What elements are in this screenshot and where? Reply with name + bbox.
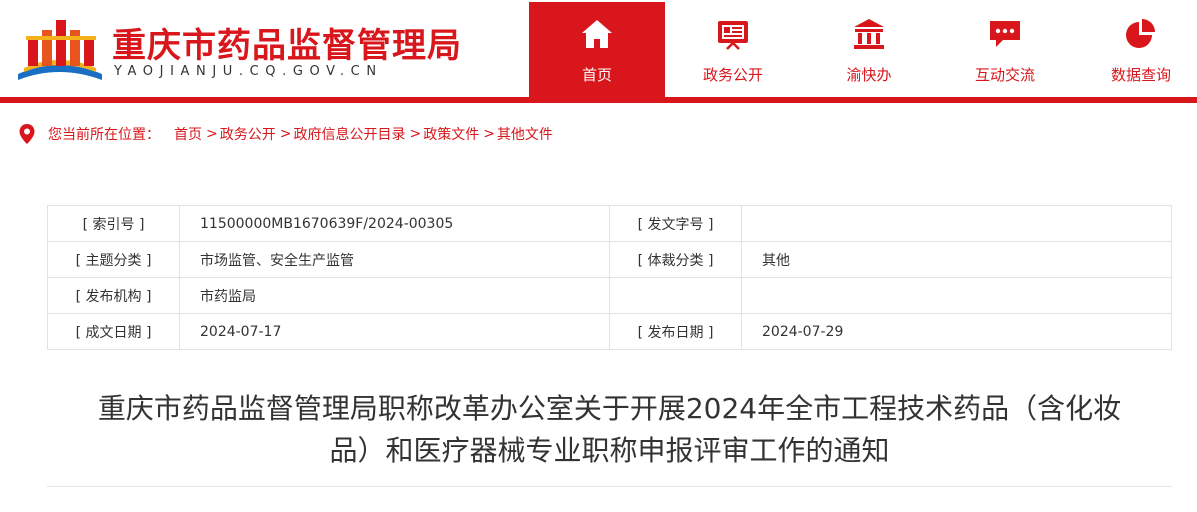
table-row: [ 主题分类 ] 市场监管、安全生产监管 [ 体裁分类 ] 其他 <box>47 241 1172 278</box>
nav-label-public-affairs: 政务公开 <box>702 66 763 84</box>
government-building-icon <box>854 19 884 49</box>
document-number-value <box>741 205 1172 242</box>
issuing-agency-value: 市药监局 <box>179 277 610 314</box>
index-number-value: 11500000MB1670639F/2024-00305 <box>179 205 610 242</box>
empty-cell <box>741 277 1172 314</box>
table-row: [ 成文日期 ] 2024-07-17 [ 发布日期 ] 2024-07-29 <box>47 313 1172 350</box>
nav-item-interaction[interactable]: 互动交流 <box>937 2 1073 97</box>
nav-label-yukuaiban: 渝快办 <box>846 66 892 84</box>
nav-label-interaction: 互动交流 <box>974 66 1035 84</box>
site-header: 重庆市药品监督管理局 YAOJIANJU.CQ.GOV.CN 首页 政务公开 渝… <box>0 0 1197 97</box>
title-divider <box>47 486 1172 487</box>
topic-category-value: 市场监管、安全生产监管 <box>179 241 610 278</box>
publish-date-label: [ 发布日期 ] <box>609 313 742 350</box>
nav-item-yukuaiban[interactable]: 渝快办 <box>801 2 937 97</box>
empty-cell <box>609 277 742 314</box>
nav-label-data-query: 数据查询 <box>1110 66 1171 84</box>
nav-item-data-query[interactable]: 数据查询 <box>1073 2 1197 97</box>
table-row: [ 索引号 ] 11500000MB1670639F/2024-00305 [ … <box>47 205 1172 242</box>
site-title: 重庆市药品监督管理局 <box>112 26 462 66</box>
location-pin-icon <box>19 124 35 144</box>
breadcrumb-separator: > <box>206 126 218 142</box>
genre-category-label: [ 体裁分类 ] <box>609 241 742 278</box>
nav-item-home[interactable]: 首页 <box>529 2 665 97</box>
breadcrumb-separator: > <box>279 126 292 142</box>
index-number-label: [ 索引号 ] <box>47 205 180 242</box>
document-number-label: [ 发文字号 ] <box>609 205 742 242</box>
main-nav: 首页 政务公开 渝快办 互动交流 数据查询 <box>529 2 1197 97</box>
breadcrumb-link-public-affairs[interactable]: 政务公开 <box>220 124 276 144</box>
site-logo[interactable]: 重庆市药品监督管理局 YAOJIANJU.CQ.GOV.CN <box>14 10 474 90</box>
chat-bubble-icon <box>990 21 1020 47</box>
home-icon <box>582 20 612 48</box>
emblem-icon <box>18 20 102 80</box>
nav-item-public-affairs[interactable]: 政务公开 <box>665 2 801 97</box>
breadcrumb-separator: > <box>409 126 422 142</box>
document-title-line: 品）和医疗器械专业职称申报评审工作的通知 <box>329 434 890 467</box>
breadcrumb: 您当前所在位置： 首页 > 政务公开 > 政府信息公开目录 > 政策文件 > 其… <box>18 122 553 146</box>
pie-chart-icon <box>1126 19 1155 48</box>
topic-category-label: [ 主题分类 ] <box>47 241 180 278</box>
creation-date-value: 2024-07-17 <box>179 313 610 350</box>
breadcrumb-link-home[interactable]: 首页 <box>174 124 202 144</box>
site-domain: YAOJIANJU.CQ.GOV.CN <box>114 64 383 79</box>
document-title-line: 重庆市药品监督管理局职称改革办公室关于开展2024年全市工程技术药品（含化妆 <box>97 392 1122 425</box>
table-row: [ 发布机构 ] 市药监局 <box>47 277 1172 314</box>
issuing-agency-label: [ 发布机构 ] <box>47 277 180 314</box>
breadcrumb-link-policy-docs[interactable]: 政策文件 <box>423 124 479 144</box>
document-title: 重庆市药品监督管理局职称改革办公室关于开展2024年全市工程技术药品（含化妆 品… <box>47 388 1172 472</box>
publish-date-value: 2024-07-29 <box>741 313 1172 350</box>
genre-category-value: 其他 <box>741 241 1172 278</box>
breadcrumb-separator: > <box>483 126 495 142</box>
breadcrumb-link-info-catalog[interactable]: 政府信息公开目录 <box>293 124 405 144</box>
nav-label-home: 首页 <box>581 66 612 84</box>
presentation-board-icon <box>718 21 748 50</box>
creation-date-label: [ 成文日期 ] <box>47 313 180 350</box>
breadcrumb-prefix: 您当前所在位置： <box>48 127 160 143</box>
breadcrumb-link-other-docs[interactable]: 其他文件 <box>497 124 553 144</box>
header-divider <box>0 97 1197 103</box>
document-info-table: [ 索引号 ] 11500000MB1670639F/2024-00305 [ … <box>47 205 1172 350</box>
